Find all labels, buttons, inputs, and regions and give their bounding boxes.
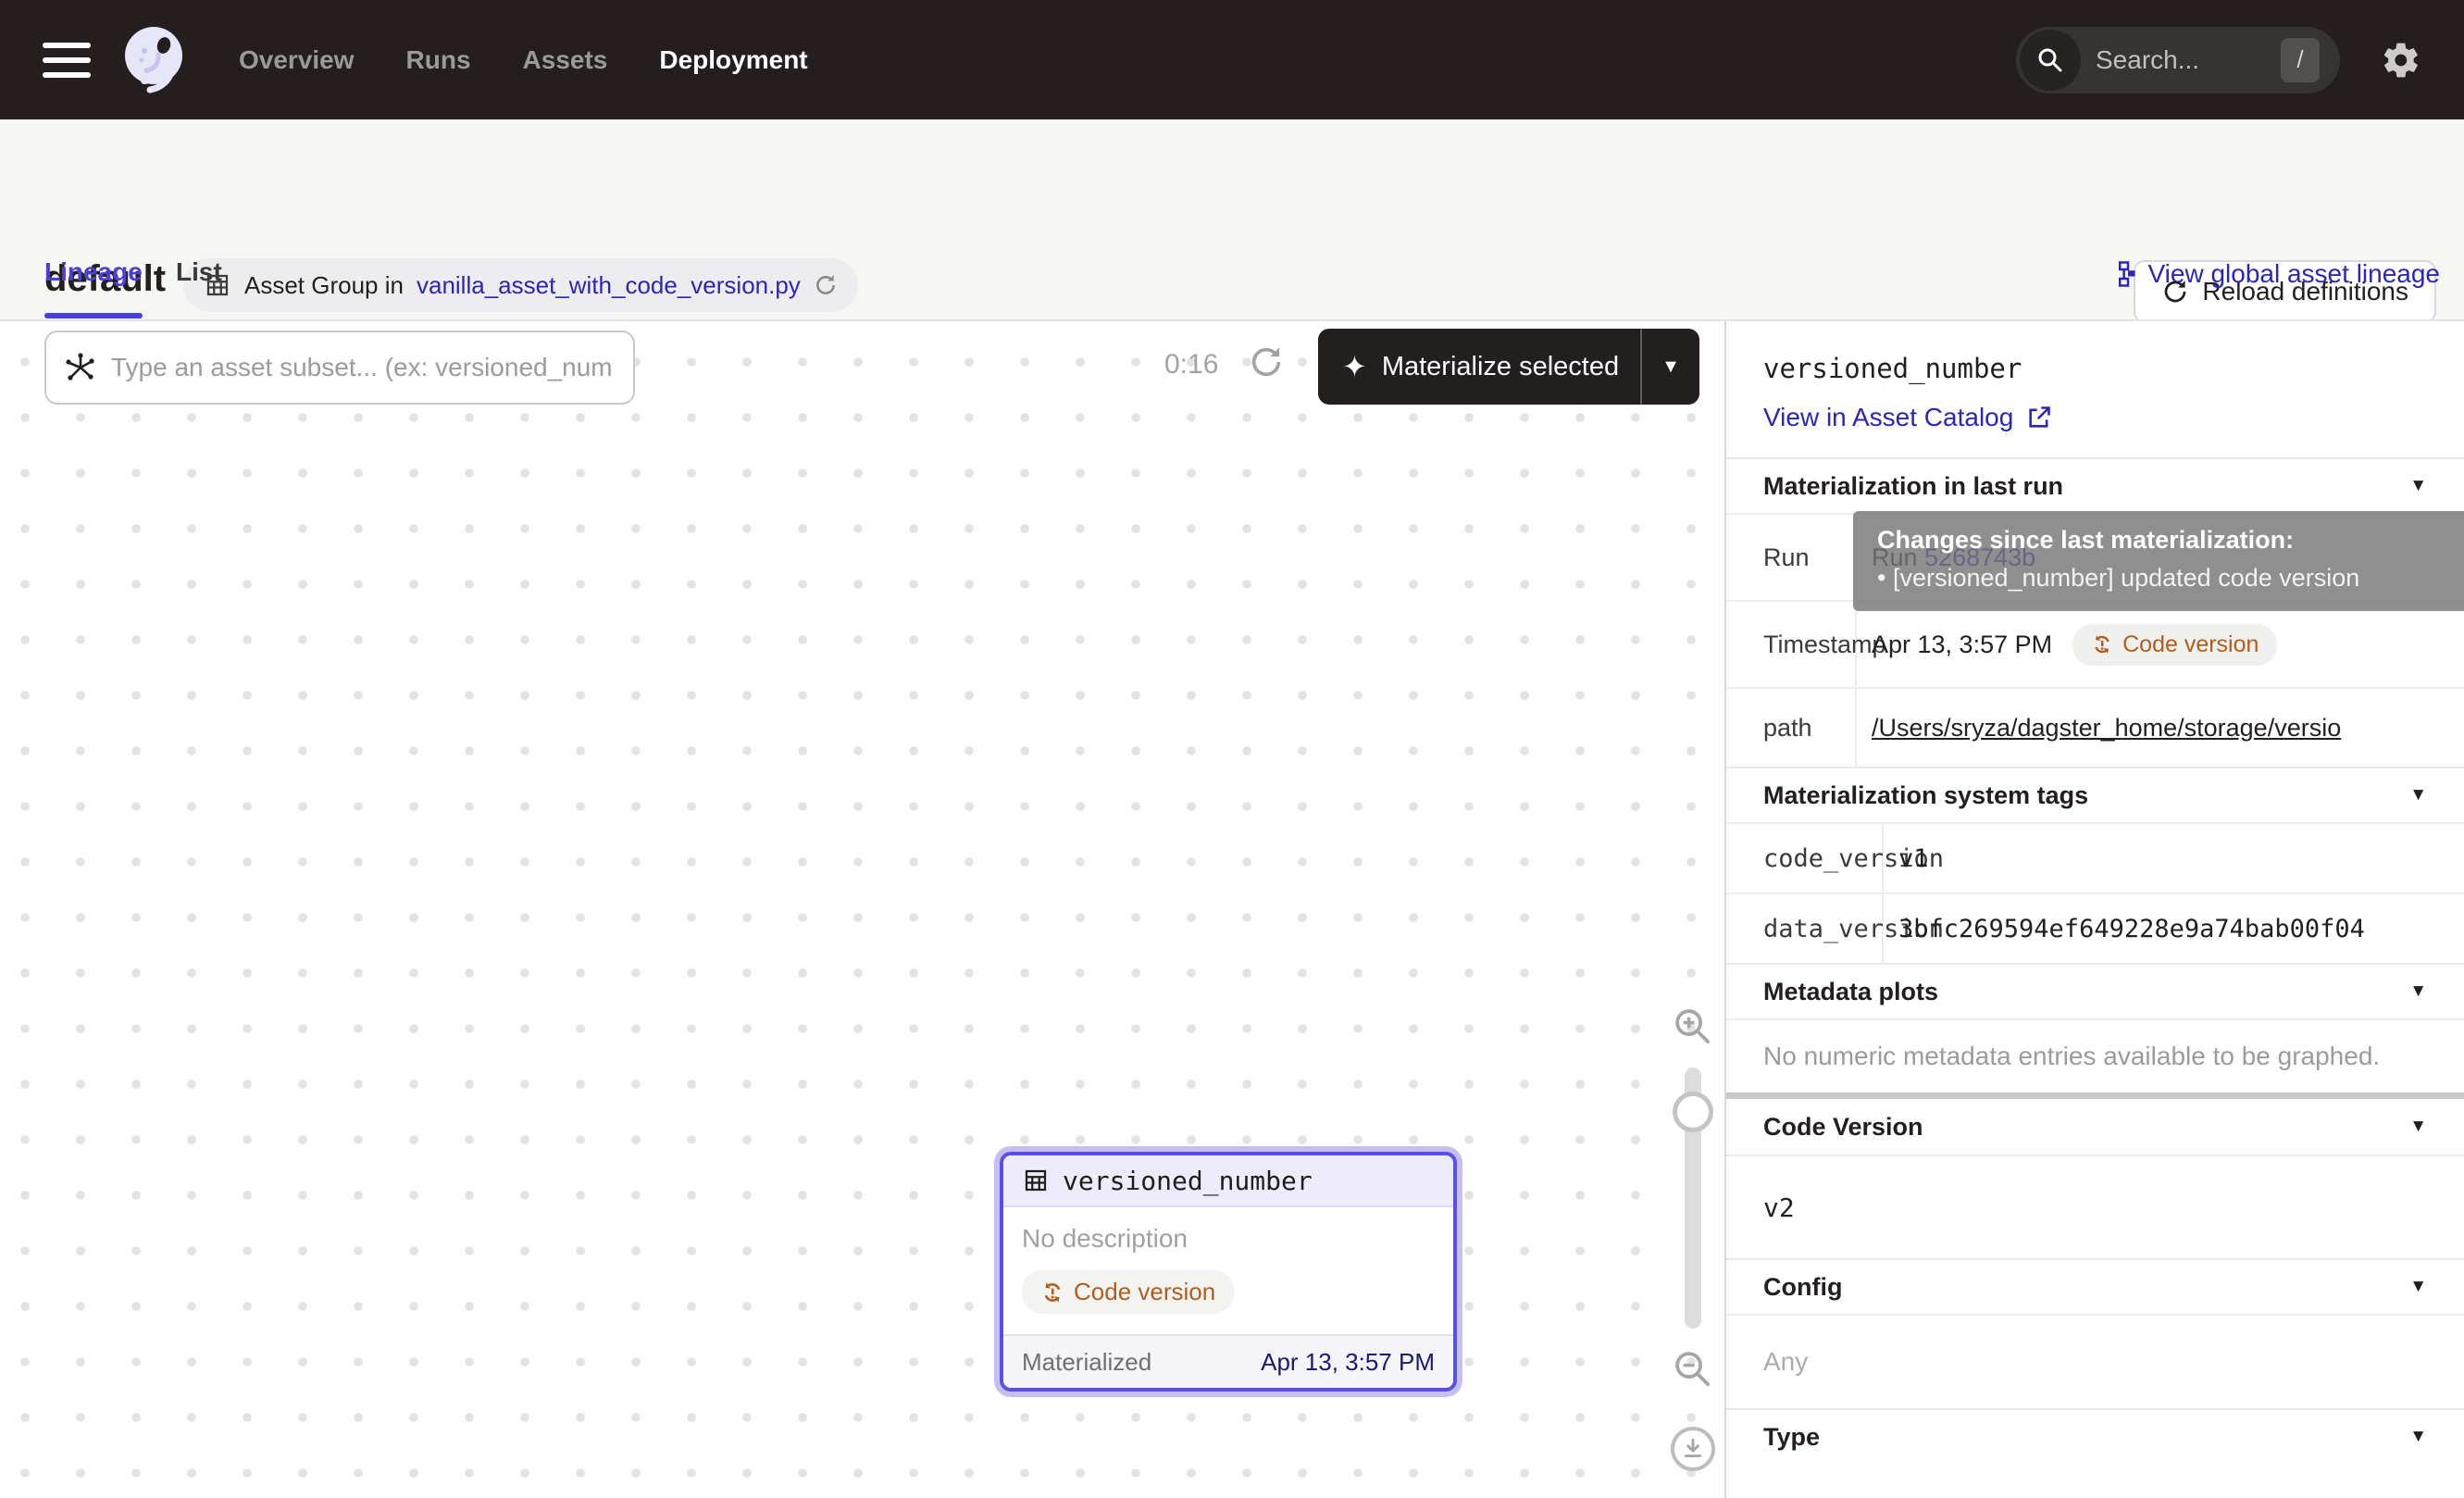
section-materialization-in-last-run[interactable]: Materialization in last run ▼ bbox=[1726, 457, 2464, 513]
asset-lineage-canvas[interactable]: Type an asset subset... (ex: versioned_n… bbox=[0, 321, 1724, 1498]
op-selector-icon bbox=[65, 352, 96, 383]
gear-icon[interactable] bbox=[2381, 40, 2421, 81]
dagster-logo-icon bbox=[117, 23, 191, 97]
section-materialization-system-tags[interactable]: Materialization system tags ▼ bbox=[1726, 767, 2464, 822]
top-nav: Overview Runs Assets Deployment Search..… bbox=[0, 0, 2464, 119]
search-input[interactable]: Search... / bbox=[2016, 27, 2340, 94]
graph-refresh-icon[interactable] bbox=[1248, 343, 1285, 381]
asset-subset-input[interactable]: Type an asset subset... (ex: versioned_n… bbox=[44, 331, 635, 405]
table-icon bbox=[1022, 1167, 1050, 1194]
chevron-down-icon: ▼ bbox=[2409, 1427, 2427, 1447]
search-shortcut-key: / bbox=[2281, 38, 2320, 82]
materialized-time-link[interactable]: Apr 13, 3:57 PM bbox=[1261, 1348, 1435, 1377]
asset-node-description: No description bbox=[1022, 1224, 1435, 1254]
code-version-tag-row: code_version v1 bbox=[1726, 822, 2464, 893]
view-global-asset-lineage-link[interactable]: View global asset lineage bbox=[2109, 259, 2440, 289]
chevron-down-icon: ▼ bbox=[2409, 476, 2427, 496]
chevron-down-icon: ▼ bbox=[2409, 1117, 2427, 1137]
timestamp-code-version-badge: Code version bbox=[2072, 624, 2277, 666]
nav-links: Overview Runs Assets Deployment bbox=[239, 45, 808, 75]
zoom-slider[interactable] bbox=[1685, 1067, 1701, 1329]
asset-subset-placeholder: Type an asset subset... (ex: versioned_n… bbox=[111, 353, 613, 382]
asset-node-versioned-number[interactable]: versioned_number No description Code ver… bbox=[1000, 1152, 1457, 1392]
code-version-value: v2 bbox=[1726, 1155, 2464, 1258]
download-graph-button[interactable] bbox=[1671, 1427, 1715, 1471]
nav-item-deployment[interactable]: Deployment bbox=[659, 45, 807, 75]
timestamp-row: Timestamp Apr 13, 3:57 PM Code version bbox=[1726, 600, 2464, 687]
asset-node-header: versioned_number bbox=[1003, 1155, 1453, 1207]
asset-group-breadcrumb: Asset Group in vanilla_asset_with_code_v… bbox=[183, 258, 858, 312]
data-version-tag-row: data_version 3bfc269594ef649228e9a74bab0… bbox=[1726, 893, 2464, 963]
page-header: default Asset Group in vanilla_asset_wit… bbox=[0, 119, 2464, 319]
menu-icon[interactable] bbox=[43, 43, 91, 78]
download-icon bbox=[1681, 1437, 1705, 1461]
chevron-down-icon: ▼ bbox=[2409, 981, 2427, 1002]
dagster-logo[interactable] bbox=[117, 23, 191, 97]
lineage-graph-icon bbox=[2109, 260, 2137, 288]
metadata-plots-empty-message: No numeric metadata entries available to… bbox=[1726, 1018, 2464, 1092]
tab-list[interactable]: List bbox=[176, 257, 222, 287]
asset-group-file-link[interactable]: vanilla_asset_with_code_version.py bbox=[417, 271, 801, 300]
search-icon bbox=[2020, 30, 2081, 91]
materialized-status-label: Materialized bbox=[1022, 1348, 1151, 1377]
asset-node-footer: Materialized Apr 13, 3:57 PM bbox=[1003, 1334, 1453, 1388]
active-tab-indicator bbox=[44, 313, 143, 318]
materialize-selected-button[interactable]: ✦ Materialize selected ▼ bbox=[1318, 329, 1699, 405]
section-metadata-plots[interactable]: Metadata plots ▼ bbox=[1726, 963, 2464, 1018]
panel-asset-name: versioned_number bbox=[1763, 353, 2022, 384]
asset-node-title: versioned_number bbox=[1063, 1166, 1313, 1196]
nav-item-runs[interactable]: Runs bbox=[406, 45, 471, 75]
zoom-slider-handle[interactable] bbox=[1673, 1092, 1713, 1132]
chevron-down-icon: ▼ bbox=[2409, 785, 2427, 805]
section-config[interactable]: Config ▼ bbox=[1726, 1258, 2464, 1314]
materialize-dropdown-caret[interactable]: ▼ bbox=[1642, 356, 1699, 378]
zoom-out-icon[interactable] bbox=[1673, 1349, 1713, 1390]
changes-tooltip: Changes since last materialization: • [v… bbox=[1853, 511, 2464, 611]
chevron-down-icon: ▼ bbox=[2409, 1277, 2427, 1297]
sync-alert-icon bbox=[2091, 633, 2113, 655]
section-divider bbox=[1726, 1092, 2464, 1099]
path-link[interactable]: /Users/sryza/dagster_home/storage/versio bbox=[1872, 714, 2341, 743]
config-value: Any bbox=[1726, 1314, 2464, 1408]
view-in-asset-catalog-link[interactable]: View in Asset Catalog bbox=[1763, 403, 2052, 432]
sparkle-icon: ✦ bbox=[1342, 349, 1367, 384]
group-refresh-icon[interactable] bbox=[814, 273, 838, 297]
zoom-controls bbox=[1662, 1006, 1724, 1471]
section-type[interactable]: Type ▼ bbox=[1726, 1408, 2464, 1464]
refresh-timer: 0:16 bbox=[1164, 349, 1218, 381]
nav-item-assets[interactable]: Assets bbox=[523, 45, 608, 75]
path-row: path /Users/sryza/dagster_home/storage/v… bbox=[1726, 687, 2464, 767]
zoom-in-icon[interactable] bbox=[1673, 1006, 1713, 1047]
code-version-badge: Code version bbox=[1022, 1270, 1234, 1314]
section-code-version[interactable]: Code Version ▼ bbox=[1726, 1099, 2464, 1155]
nav-item-overview[interactable]: Overview bbox=[239, 45, 355, 75]
asset-group-label: Asset Group in bbox=[244, 271, 404, 300]
asset-details-panel: versioned_number View in Asset Catalog M… bbox=[1724, 321, 2464, 1498]
tab-lineage[interactable]: Lineage bbox=[44, 257, 143, 287]
external-link-icon bbox=[2026, 405, 2052, 431]
sync-alert-icon bbox=[1040, 1280, 1064, 1305]
search-placeholder: Search... bbox=[2096, 45, 2281, 75]
